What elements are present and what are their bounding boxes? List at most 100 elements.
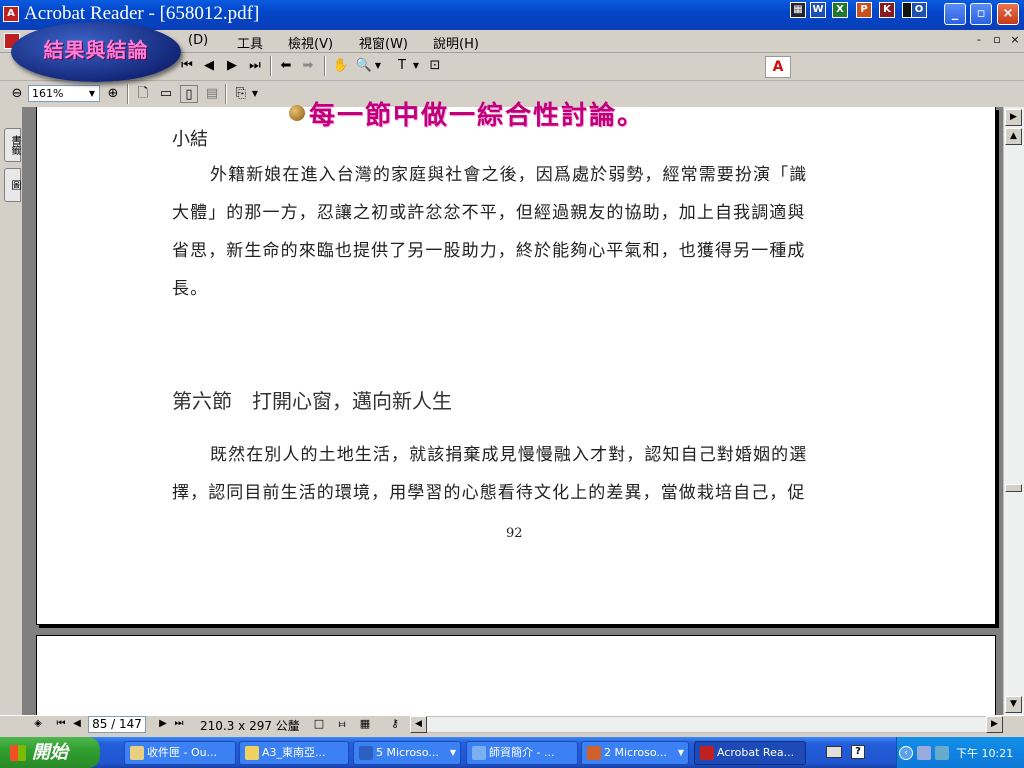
scroll-up-icon[interactable]: ▲ xyxy=(1005,128,1022,145)
menu-window[interactable]: 視窗(W) xyxy=(359,33,408,52)
previous-page-icon[interactable]: ◀ xyxy=(200,57,218,75)
binder-icon[interactable]: ▦ xyxy=(790,2,806,18)
slide-title-text: 結果與結論 xyxy=(43,38,149,62)
last-page-icon[interactable]: ⏭ xyxy=(170,716,188,732)
scroll-down-icon[interactable]: ▼ xyxy=(1005,696,1022,713)
task-label: 師資簡介 - ... xyxy=(489,746,555,759)
task-folder[interactable]: A3_東南亞... xyxy=(239,741,349,765)
go-forward-icon[interactable]: ➡ xyxy=(299,57,317,75)
menu-help[interactable]: 說明(H) xyxy=(433,33,479,52)
zoom-in-tool-icon[interactable]: 🔍 xyxy=(355,57,373,75)
doc-restore-button[interactable]: ▫ xyxy=(990,33,1004,47)
zoom-tool-dropdown-icon[interactable]: ▼ xyxy=(373,57,383,75)
menu-document[interactable]: (D) xyxy=(188,33,208,48)
last-page-icon[interactable]: ⏭ xyxy=(246,57,264,75)
start-button[interactable]: 開始 xyxy=(0,737,100,768)
separator xyxy=(324,56,326,76)
window-title: Acrobat Reader - [658012.pdf] xyxy=(24,3,260,24)
doc-close-button[interactable]: × xyxy=(1008,33,1022,47)
key-icon[interactable]: ⚷ xyxy=(386,716,404,732)
chevron-left-icon[interactable]: ‹ xyxy=(899,746,913,760)
help-icon[interactable]: ? xyxy=(851,745,865,759)
folder-icon xyxy=(245,746,259,760)
word-icon[interactable]: W xyxy=(810,2,826,18)
slide-heading: 每一節中做一綜合性討論。 xyxy=(309,101,646,131)
network-icon[interactable] xyxy=(917,746,931,760)
page-number-field[interactable]: 85 / 147 xyxy=(88,716,146,733)
access-icon[interactable]: K xyxy=(879,2,895,18)
doc-minimize-button[interactable]: - xyxy=(972,33,986,47)
continuous-icon[interactable]: ⧦ xyxy=(333,716,351,732)
text-tool-dropdown-icon[interactable]: ▼ xyxy=(411,57,421,75)
scroll-right-icon[interactable]: ▶ xyxy=(986,716,1003,733)
task-label: Acrobat Rea... xyxy=(717,746,795,759)
windows-logo-icon xyxy=(10,745,26,761)
scroll-left-icon[interactable]: ◀ xyxy=(410,716,427,733)
task-label: 5 Microso... xyxy=(376,746,439,759)
chevron-down-icon: ▼ xyxy=(449,748,456,757)
separator xyxy=(225,84,227,104)
minimize-button[interactable]: _ xyxy=(944,3,966,25)
separator xyxy=(270,56,272,76)
vertical-scrollbar[interactable] xyxy=(1003,107,1024,715)
pdf-icon xyxy=(700,746,714,760)
bookmarks-tab[interactable]: 書籤 xyxy=(4,128,21,162)
page-number: 92 xyxy=(506,526,523,541)
fit-visible-icon[interactable]: ▤ xyxy=(203,85,221,103)
outlook-icon[interactable]: O xyxy=(911,2,927,18)
task-label: A3_東南亞... xyxy=(262,746,326,759)
text-select-tool-icon[interactable]: T xyxy=(393,57,411,75)
paragraph-line: 外籍新娘在進入台灣的家庭與社會之後，因爲處於弱勢，經常需要扮演「識 xyxy=(210,165,808,185)
chevron-down-icon: ▼ xyxy=(677,748,684,757)
task-word[interactable]: 5 Microso... ▼ xyxy=(353,741,461,765)
zoom-dropdown-icon[interactable]: ▼ xyxy=(86,85,98,103)
close-button[interactable]: × xyxy=(997,3,1019,25)
powerpoint-icon xyxy=(587,746,601,760)
snapshot-tool-icon[interactable]: ⊡ xyxy=(426,57,444,75)
menu-tools[interactable]: 工具 xyxy=(237,33,263,52)
hand-tool-icon[interactable]: ✋ xyxy=(332,57,350,75)
pdf-icon[interactable]: A xyxy=(3,6,19,22)
start-label: 開始 xyxy=(32,742,68,763)
task-acrobat[interactable]: Acrobat Rea... xyxy=(694,741,806,765)
bullet-icon xyxy=(289,105,305,121)
next-page-icon[interactable]: ▶ xyxy=(223,57,241,75)
task-label: 收件匣 - Ou... xyxy=(147,746,218,759)
clock[interactable]: 下午 10:21 xyxy=(956,745,1013,761)
excel-icon[interactable]: X xyxy=(832,2,848,18)
powerpoint-icon[interactable]: P xyxy=(856,2,872,18)
pdf-page-next xyxy=(36,635,996,715)
page-size-label: 210.3 x 297 公釐 xyxy=(200,719,300,733)
fit-width-icon[interactable]: ▯ xyxy=(180,85,198,103)
thumbnails-tab[interactable]: 圖 xyxy=(4,168,21,202)
zoom-out-icon[interactable]: ⊖ xyxy=(8,85,26,103)
rotate-dropdown-icon[interactable]: ▼ xyxy=(250,85,260,103)
display-icon[interactable] xyxy=(935,746,949,760)
rotate-view-icon[interactable]: ⎘ xyxy=(232,85,250,103)
split-view-icon[interactable]: ▶ xyxy=(1005,109,1022,126)
paragraph-line: 省思，新生命的來臨也提供了另一股助力，終於能夠心平氣和，也獲得另一種成 xyxy=(172,241,806,261)
go-back-icon[interactable]: ⬅ xyxy=(277,57,295,75)
task-label: 2 Microso... xyxy=(604,746,667,759)
single-page-icon[interactable]: □ xyxy=(310,716,328,732)
previous-page-icon[interactable]: ◀ xyxy=(68,716,86,732)
zoom-in-icon[interactable]: ⊕ xyxy=(104,85,122,103)
task-browser[interactable]: 師資簡介 - ... xyxy=(466,741,578,765)
actual-size-icon[interactable]: 🗋 xyxy=(134,85,152,103)
ie-icon xyxy=(472,746,486,760)
adobe-logo[interactable]: A xyxy=(765,56,791,78)
menu-view[interactable]: 檢視(V) xyxy=(288,33,333,52)
fit-page-icon[interactable]: ▭ xyxy=(157,85,175,103)
outlook-icon xyxy=(130,746,144,760)
keyboard-icon[interactable] xyxy=(826,746,842,758)
task-outlook[interactable]: 收件匣 - Ou... xyxy=(124,741,236,765)
facing-pages-icon[interactable]: ▦ xyxy=(356,716,374,732)
paragraph-line: 既然在別人的土地生活，就該捐棄成見慢慢融入才對，認知自己對婚姻的選 xyxy=(210,445,808,465)
section-title: 小結 xyxy=(172,129,208,150)
maximize-button[interactable]: ▫ xyxy=(970,3,992,25)
scroll-thumb[interactable] xyxy=(1005,484,1022,492)
navigation-pane-icon[interactable]: ◈ xyxy=(30,716,46,732)
horizontal-scrollbar[interactable] xyxy=(410,716,1003,733)
task-powerpoint[interactable]: 2 Microso... ▼ xyxy=(581,741,689,765)
paragraph-line: 擇，認同目前生活的環境，用學習的心態看待文化上的差異，當做栽培自己，促 xyxy=(172,483,806,503)
